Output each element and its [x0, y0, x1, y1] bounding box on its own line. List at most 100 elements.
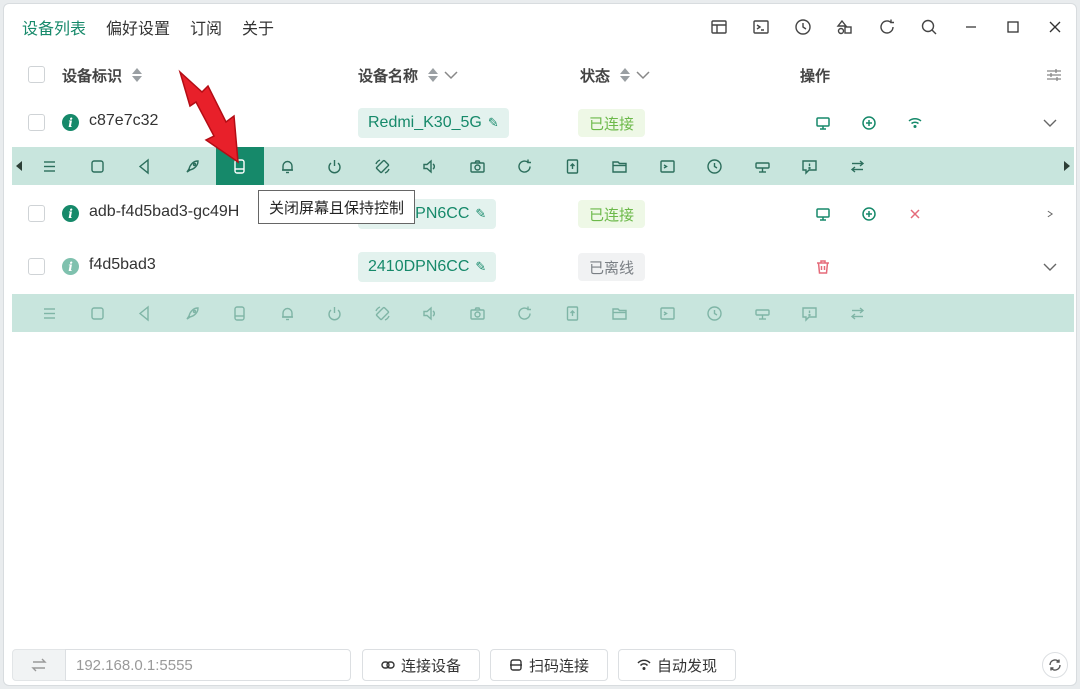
- terminal-icon[interactable]: [740, 4, 782, 50]
- row-checkbox[interactable]: [28, 258, 45, 275]
- device-control-toolbar-disabled: [12, 294, 1074, 332]
- auto-discover-button[interactable]: 自动发现: [618, 649, 736, 681]
- column-label-name: 设备名称: [358, 67, 419, 85]
- sort-icon[interactable]: [132, 68, 143, 82]
- disconnect-icon[interactable]: [904, 203, 926, 225]
- wifi-icon[interactable]: [904, 112, 926, 134]
- tab-device-list[interactable]: 设备列表: [20, 11, 88, 43]
- power-icon[interactable]: [311, 147, 359, 185]
- swap-icon[interactable]: [12, 649, 66, 681]
- menu-icon[interactable]: [26, 147, 74, 185]
- column-settings-icon[interactable]: [1046, 68, 1062, 82]
- add-circle-icon[interactable]: [858, 203, 880, 225]
- column-header-status[interactable]: 状态: [580, 65, 650, 86]
- power-icon: [311, 294, 359, 332]
- link-icon: [381, 661, 395, 669]
- row-checkbox[interactable]: [28, 205, 45, 222]
- scroll-right-icon[interactable]: [1060, 147, 1074, 185]
- chevron-down-icon[interactable]: [1040, 257, 1060, 277]
- device-name-button[interactable]: Redmi_K30_5G ✎: [358, 108, 509, 138]
- menu-icon: [26, 294, 74, 332]
- message-icon[interactable]: [786, 147, 834, 185]
- table-row: i adb-f4d5bad3-gc49H 2410DPN6CC ✎ 已连接: [12, 191, 1074, 237]
- chevron-down-icon[interactable]: [636, 67, 650, 84]
- layout-icon[interactable]: [698, 4, 740, 50]
- screen-off-icon: [216, 294, 264, 332]
- sort-icon[interactable]: [428, 68, 439, 82]
- clock-icon[interactable]: [782, 4, 824, 50]
- red-arrow-annotation: [178, 69, 239, 164]
- notification-bell-icon[interactable]: [264, 147, 312, 185]
- shapes-icon[interactable]: [824, 4, 866, 50]
- wifi-icon: [637, 659, 651, 670]
- mirror-screen-icon[interactable]: [812, 203, 834, 225]
- camera-icon[interactable]: [454, 147, 502, 185]
- scroll-left-icon[interactable]: [12, 147, 26, 185]
- row-checkbox[interactable]: [28, 114, 45, 131]
- connect-device-button[interactable]: 连接设备: [362, 649, 480, 681]
- gamepad-icon: [739, 294, 787, 332]
- auto-discover-label: 自动发现: [656, 657, 717, 675]
- shell-icon[interactable]: [644, 147, 692, 185]
- install-app-icon[interactable]: [549, 147, 597, 185]
- chevron-right-icon[interactable]: [1040, 204, 1060, 224]
- switch-icon: [834, 294, 882, 332]
- search-icon[interactable]: [908, 4, 950, 50]
- status-badge: 已连接: [578, 109, 646, 137]
- column-header-id[interactable]: 设备标识: [62, 65, 143, 86]
- maximize-button[interactable]: [992, 4, 1034, 50]
- sort-icon[interactable]: [620, 68, 631, 82]
- add-circle-icon[interactable]: [858, 112, 880, 134]
- switch-icon[interactable]: [834, 147, 882, 185]
- restart-icon: [501, 294, 549, 332]
- close-button[interactable]: [1034, 4, 1076, 50]
- tooltip-screen-off: 关闭屏幕且保持控制: [258, 190, 416, 224]
- device-id: c87e7c32: [89, 112, 159, 129]
- tab-preferences[interactable]: 偏好设置: [104, 11, 172, 43]
- volume-icon[interactable]: [406, 147, 454, 185]
- restart-icon[interactable]: [501, 147, 549, 185]
- scan-connect-label: 扫码连接: [528, 657, 589, 675]
- info-icon[interactable]: i: [62, 258, 79, 275]
- minimize-button[interactable]: [950, 4, 992, 50]
- edit-icon: ✎: [475, 259, 487, 274]
- rocket-icon: [169, 294, 217, 332]
- edit-icon: ✎: [487, 115, 499, 130]
- refresh-icon[interactable]: [1042, 652, 1068, 678]
- connect-device-label: 连接设备: [400, 657, 461, 675]
- gamepad-icon[interactable]: [739, 147, 787, 185]
- scan-connect-button[interactable]: 扫码连接: [490, 649, 608, 681]
- rotate-screen-icon[interactable]: [359, 147, 407, 185]
- info-icon[interactable]: i: [62, 114, 79, 131]
- title-bar: 设备列表 偏好设置 订阅 关于: [4, 4, 1076, 50]
- mirror-screen-icon[interactable]: [812, 112, 834, 134]
- edit-icon: ✎: [475, 206, 487, 221]
- home-icon: [74, 294, 122, 332]
- back-icon[interactable]: [121, 147, 169, 185]
- shell-icon: [644, 294, 692, 332]
- ip-address-input[interactable]: [65, 649, 351, 681]
- app-window: 设备列表 偏好设置 订阅 关于 设备标识 设备名称 状态 操作 i c87e7c…: [3, 3, 1077, 686]
- camera-icon: [454, 294, 502, 332]
- table-header: 设备标识 设备名称 状态 操作: [12, 50, 1074, 100]
- home-icon[interactable]: [74, 147, 122, 185]
- tab-about[interactable]: 关于: [240, 11, 276, 43]
- column-header-name[interactable]: 设备名称: [358, 65, 458, 86]
- chevron-down-icon[interactable]: [444, 67, 458, 84]
- column-label-status: 状态: [580, 67, 611, 85]
- device-name-button[interactable]: 2410DPN6CC ✎: [358, 252, 497, 282]
- table-row: i f4d5bad3 2410DPN6CC ✎ 已离线: [12, 244, 1074, 290]
- select-all-checkbox[interactable]: [28, 66, 45, 83]
- notification-bell-icon: [264, 294, 312, 332]
- chevron-down-icon[interactable]: [1040, 113, 1060, 133]
- device-id: adb-f4d5bad3-gc49H: [89, 203, 240, 220]
- scan-icon: [509, 659, 522, 671]
- info-icon[interactable]: i: [62, 205, 79, 222]
- device-control-toolbar: [12, 147, 1074, 185]
- device-name-label: Redmi_K30_5G: [368, 114, 482, 131]
- tab-subscription[interactable]: 订阅: [188, 11, 224, 43]
- clock-icon[interactable]: [691, 147, 739, 185]
- trash-icon[interactable]: [812, 256, 834, 278]
- folder-icon[interactable]: [596, 147, 644, 185]
- refresh-icon[interactable]: [866, 4, 908, 50]
